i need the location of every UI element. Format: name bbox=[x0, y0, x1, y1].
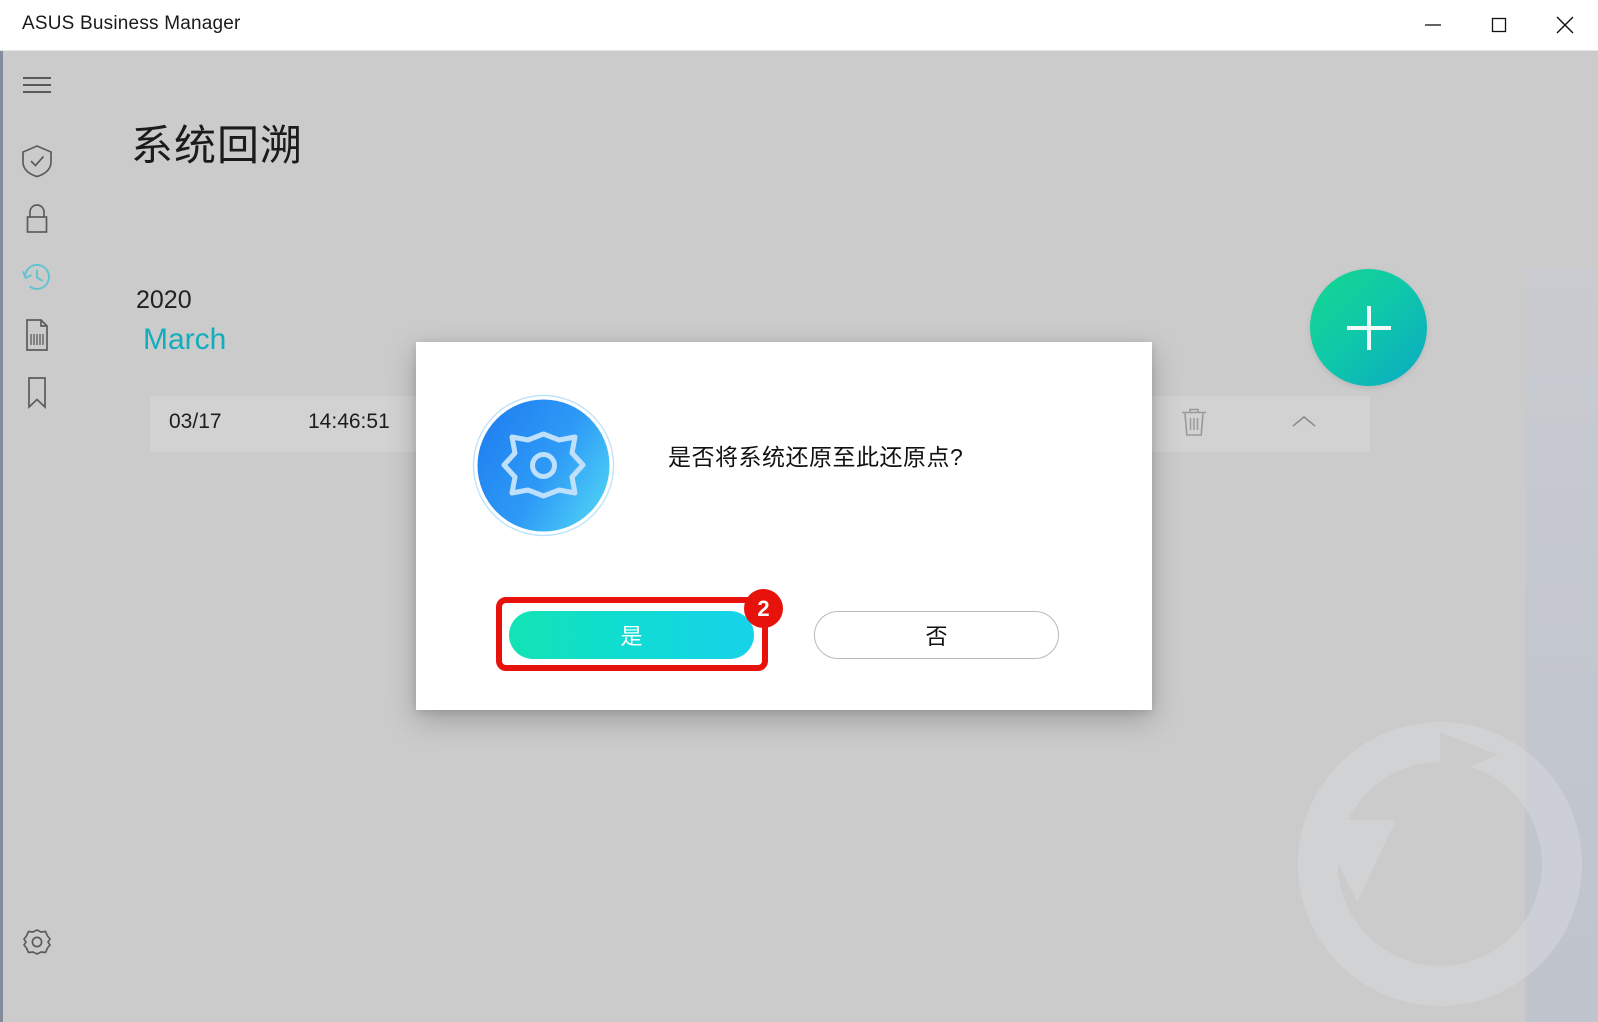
lock-icon bbox=[21, 201, 53, 237]
bookmark-icon bbox=[23, 375, 51, 411]
hamburger-menu-icon bbox=[21, 73, 53, 97]
maximize-icon bbox=[1488, 14, 1510, 36]
restore-confirm-dialog: 是否将系统还原至此还原点? 是 否 bbox=[416, 342, 1152, 710]
sidebar-item-bookmark[interactable] bbox=[10, 366, 64, 420]
add-restore-point-button[interactable] bbox=[1310, 269, 1427, 386]
sidebar-item-document[interactable] bbox=[10, 308, 64, 362]
page-title: 系统回溯 bbox=[131, 122, 304, 169]
gear-icon bbox=[21, 926, 53, 958]
trash-icon bbox=[1179, 405, 1209, 444]
sidebar-item-lock[interactable] bbox=[10, 192, 64, 246]
right-panel-band bbox=[1525, 268, 1598, 1022]
app-title: ASUS Business Manager bbox=[22, 13, 241, 34]
close-button[interactable] bbox=[1532, 0, 1598, 50]
chevron-up-icon bbox=[1290, 412, 1318, 437]
restore-point-delete-button[interactable] bbox=[1174, 404, 1214, 444]
document-barcode-icon bbox=[22, 317, 52, 353]
timeline-month-label[interactable]: March bbox=[143, 323, 226, 357]
gear-circle-icon bbox=[467, 389, 620, 542]
timeline-year-label: 2020 bbox=[136, 286, 192, 314]
plus-icon bbox=[1346, 305, 1391, 350]
minimize-button[interactable] bbox=[1400, 0, 1466, 50]
sidebar-item-settings[interactable] bbox=[10, 915, 64, 969]
app-window: ASUS Business Manager 系统回溯 2020 March 03… bbox=[0, 0, 1598, 1022]
window-controls bbox=[1400, 0, 1598, 50]
sidebar-item-security[interactable] bbox=[10, 134, 64, 188]
restore-point-time: 14:46:51 bbox=[308, 410, 390, 433]
dialog-layer: 是否将系统还原至此还原点? 是 否 bbox=[0, 50, 1598, 1022]
shield-check-icon bbox=[20, 143, 54, 179]
confirm-no-button[interactable]: 否 bbox=[814, 611, 1059, 659]
maximize-button[interactable] bbox=[1466, 0, 1532, 50]
minimize-icon bbox=[1422, 14, 1444, 36]
app-content: 系统回溯 2020 March 03/17 14:46:51 是否将系统还原至此… bbox=[0, 50, 1598, 1022]
history-clock-icon bbox=[19, 259, 55, 295]
dialog-message: 是否将系统还原至此还原点? bbox=[668, 444, 964, 470]
close-icon bbox=[1553, 13, 1577, 37]
restore-point-expand-button[interactable] bbox=[1284, 404, 1324, 444]
sidebar-rail bbox=[0, 50, 74, 1022]
confirm-yes-button[interactable]: 是 bbox=[509, 611, 754, 659]
sidebar-item-system-restore[interactable] bbox=[10, 250, 64, 304]
hamburger-menu-button[interactable] bbox=[10, 58, 64, 112]
title-bar: ASUS Business Manager bbox=[0, 0, 1598, 51]
restore-point-date: 03/17 bbox=[169, 410, 222, 433]
